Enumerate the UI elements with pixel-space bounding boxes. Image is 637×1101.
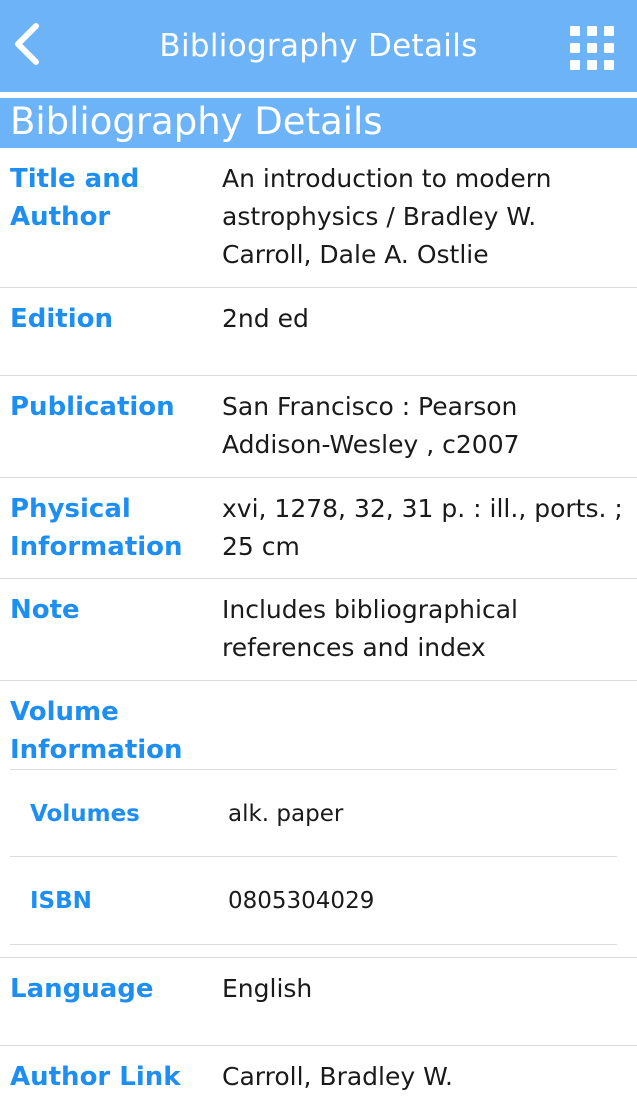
detail-value: Includes bibliographical references and … xyxy=(222,595,518,662)
author-link[interactable]: Carroll, Bradley W. xyxy=(222,1058,627,1096)
volume-subrow-volumes: Volumes alk. paper xyxy=(10,769,617,857)
detail-value: English xyxy=(222,974,313,1003)
detail-row-author-link[interactable]: Author Link Carroll, Bradley W. xyxy=(0,1046,637,1101)
menu-button[interactable] xyxy=(568,24,616,72)
detail-label: Publication xyxy=(10,392,175,422)
detail-row-volume-information: Volume Information Volumes alk. paper IS… xyxy=(0,681,637,958)
section-title: Bibliography Details xyxy=(10,100,383,143)
detail-label: Edition xyxy=(10,304,113,334)
detail-row-publication: Publication San Francisco : Pearson Addi… xyxy=(0,376,637,478)
detail-label: Physical Information xyxy=(10,494,183,562)
volume-sublabel: ISBN xyxy=(30,888,92,914)
detail-value: 2nd ed xyxy=(222,304,309,333)
detail-value: San Francisco : Pearson Addison-Wesley ,… xyxy=(222,392,520,459)
detail-row-physical-information: Physical Information xvi, 1278, 32, 31 p… xyxy=(0,478,637,579)
volume-subvalue: alk. paper xyxy=(228,801,344,827)
detail-row-title-author: Title and Author An introduction to mode… xyxy=(0,148,637,288)
volume-subvalue: 0805304029 xyxy=(228,888,375,914)
detail-label: Author Link xyxy=(10,1062,181,1092)
nav-title: Bibliography Details xyxy=(159,28,478,64)
detail-label: Volume Information xyxy=(10,697,183,765)
detail-label: Language xyxy=(10,974,154,1004)
grid-icon xyxy=(570,26,614,70)
detail-row-edition: Edition 2nd ed xyxy=(0,288,637,376)
volume-subrow-isbn: ISBN 0805304029 xyxy=(10,857,617,945)
detail-value: xvi, 1278, 32, 31 p. : ill., ports. ; 25… xyxy=(222,494,623,561)
section-header: Bibliography Details xyxy=(0,98,637,148)
volume-sublabel: Volumes xyxy=(30,801,140,827)
navigation-bar: Bibliography Details xyxy=(0,0,637,92)
detail-row-language: Language English xyxy=(0,958,637,1046)
detail-label: Title and Author xyxy=(10,164,140,232)
detail-label: Note xyxy=(10,595,80,625)
detail-value: An introduction to modern astrophysics /… xyxy=(222,164,552,269)
detail-row-note: Note Includes bibliographical references… xyxy=(0,579,637,681)
